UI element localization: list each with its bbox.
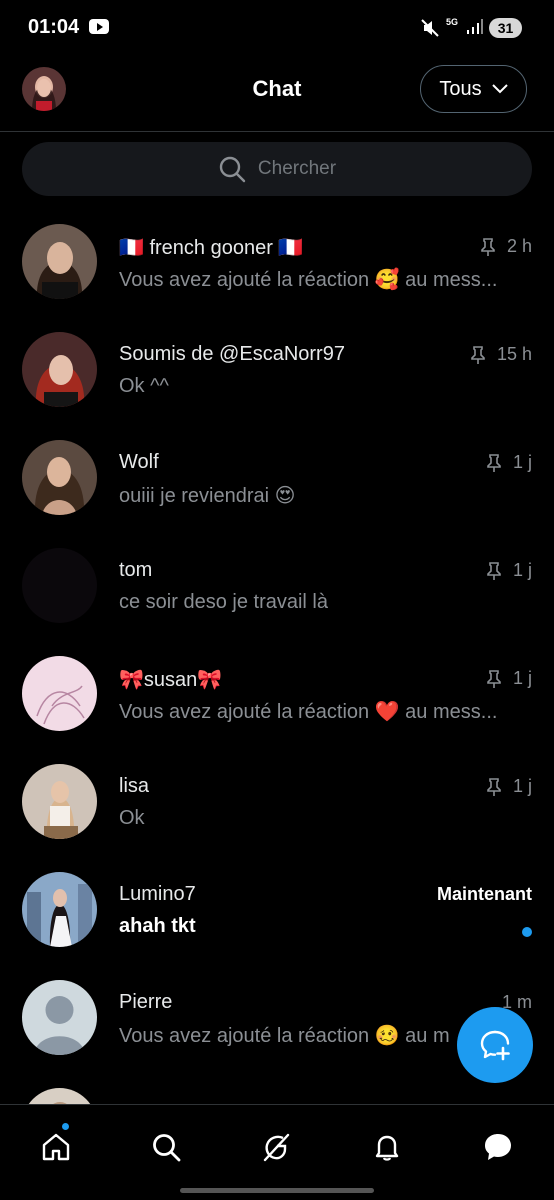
- chat-time: Maintenant: [436, 884, 532, 904]
- chat-name: Soumis de @EscaNorr97: [119, 343, 345, 365]
- mute-icon: [421, 19, 439, 37]
- chat-name: Pierre: [119, 991, 173, 1013]
- chat-preview: Vous avez ajouté la réaction ❤️ au mess.…: [119, 701, 498, 723]
- avatar: [22, 1088, 97, 1104]
- chat-preview: Vous avez ajouté la réaction 🥰 au mess..…: [119, 269, 498, 291]
- chat-preview: Ok: [119, 807, 145, 829]
- home-notification-dot: [62, 1123, 69, 1130]
- chat-header: Chat Tous: [0, 58, 554, 132]
- chat-time: 1 j: [512, 560, 532, 580]
- chat-item[interactable]: Lumino7 Maintenant ahah tkt: [0, 856, 554, 964]
- chat-list: 🇫🇷 french gooner 🇫🇷 2 h Vous avez ajouté…: [0, 208, 554, 1104]
- avatar: [22, 980, 97, 1055]
- chat-meta: 1 j: [487, 668, 532, 689]
- chat-item[interactable]: 🎀susan🎀 1 j Vous avez ajouté la réaction…: [0, 640, 554, 748]
- chat-name: tom: [119, 559, 153, 581]
- status-time: 01:04: [28, 16, 80, 38]
- chevron-down-icon: [491, 84, 508, 94]
- avatar: [22, 656, 97, 731]
- home-icon: [42, 1133, 70, 1161]
- chat-icon: [485, 1134, 511, 1160]
- search-input[interactable]: Chercher: [22, 142, 532, 196]
- signal-icon: [467, 19, 483, 34]
- chat-item[interactable]: tom 1 j ce soir deso je travail là: [0, 532, 554, 640]
- avatar: [22, 764, 97, 839]
- pin-icon: [471, 345, 485, 364]
- filter-dropdown[interactable]: Tous: [420, 65, 527, 113]
- nav-notifications[interactable]: [367, 1127, 407, 1167]
- chat-item[interactable]: lisa 1 j Ok: [0, 748, 554, 856]
- chat-time: 2 h: [506, 236, 532, 256]
- chat-item[interactable]: Wolf 1 j ouiii je reviendrai 😍: [0, 424, 554, 532]
- unread-indicator: [522, 927, 532, 937]
- chat-name: 🇫🇷 french gooner 🇫🇷: [119, 237, 304, 259]
- network-indicator: 5G: [446, 17, 459, 27]
- chat-name: Lumino7: [119, 883, 196, 905]
- nav-grok[interactable]: [256, 1127, 296, 1167]
- chat-time: 15 h: [496, 344, 532, 364]
- chat-preview: Vous avez ajouté la réaction 🥴 au m: [119, 1025, 450, 1047]
- chat-preview: ce soir deso je travail là: [119, 591, 328, 613]
- avatar: [22, 872, 97, 947]
- pin-icon: [487, 561, 501, 580]
- avatar: [22, 224, 97, 299]
- nav-messages[interactable]: [478, 1127, 518, 1167]
- filter-label: Tous: [439, 77, 482, 100]
- chat-item[interactable]: Soumis de @EscaNorr97 15 h Ok ^^: [0, 316, 554, 424]
- chat-meta: 1 j: [487, 560, 532, 581]
- pin-icon: [487, 453, 501, 472]
- home-indicator: [180, 1188, 374, 1193]
- chat-preview: ouiii je reviendrai 😍: [119, 485, 296, 507]
- chat-meta: 1 j: [487, 776, 532, 797]
- status-bar: 01:04 5G 31: [0, 0, 554, 58]
- bottom-nav: [0, 1104, 554, 1200]
- new-message-icon: [480, 1030, 510, 1061]
- new-message-button[interactable]: [457, 1007, 533, 1083]
- grok-icon: [263, 1133, 290, 1162]
- nav-search[interactable]: [146, 1127, 186, 1167]
- chat-meta: Maintenant: [437, 884, 532, 905]
- avatar: [22, 440, 97, 515]
- youtube-icon: [89, 19, 109, 34]
- avatar: [22, 548, 97, 623]
- pin-icon: [487, 669, 501, 688]
- bell-icon: [375, 1135, 399, 1161]
- chat-meta: 1 j: [487, 452, 532, 473]
- search-icon: [153, 1134, 181, 1162]
- chat-name: Wolf: [119, 451, 159, 473]
- chat-time: 1 j: [512, 668, 532, 688]
- pin-icon: [481, 237, 495, 256]
- chat-time: 1 j: [512, 452, 532, 472]
- pin-icon: [487, 777, 501, 796]
- chat-item[interactable]: 🇫🇷 french gooner 🇫🇷 2 h Vous avez ajouté…: [0, 208, 554, 316]
- search-placeholder: Chercher: [257, 158, 337, 179]
- avatar: [22, 332, 97, 407]
- chat-item[interactable]: [0, 1072, 554, 1104]
- nav-home[interactable]: [36, 1127, 76, 1167]
- chat-preview: ahah tkt: [119, 915, 196, 937]
- chat-time: 1 j: [512, 776, 532, 796]
- battery-icon: 31: [489, 18, 522, 38]
- chat-name: lisa: [119, 775, 150, 797]
- chat-name: 🎀susan🎀: [119, 669, 223, 691]
- chat-meta: 15 h: [471, 344, 532, 365]
- chat-preview: Ok ^^: [119, 375, 169, 397]
- chat-meta: 2 h: [481, 236, 532, 257]
- search-icon: [219, 156, 246, 183]
